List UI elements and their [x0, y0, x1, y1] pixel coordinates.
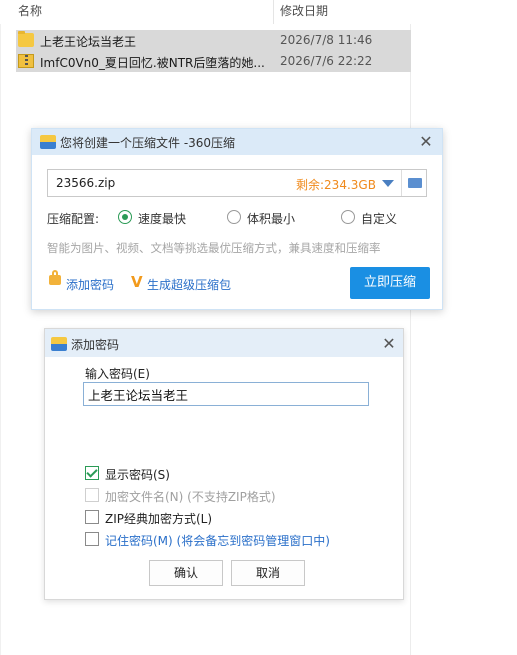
encrypt-filename-label[interactable]: 加密文件名(N) (不支持ZIP格式)	[105, 488, 276, 505]
dropdown-arrow-icon[interactable]	[382, 180, 394, 187]
file-name: ImfC0Vn0_夏日回忆.被NTR后堕落的她...	[40, 56, 265, 70]
filename-value: 23566.zip	[56, 176, 116, 190]
archive-icon	[18, 54, 34, 68]
file-date: 2026/7/6 22:22	[280, 54, 373, 68]
filename-input[interactable]: 23566.zip 剩余:234.3GB	[47, 169, 427, 197]
confirm-button[interactable]: 确认	[149, 560, 223, 586]
encrypt-filename-checkbox[interactable]	[85, 488, 99, 502]
file-list-header: 名称 修改日期	[0, 0, 517, 24]
super-package-link[interactable]: 生成超级压缩包	[147, 276, 231, 293]
pane-divider	[0, 24, 1, 655]
dialog-title: 添加密码	[71, 338, 120, 352]
compress-hint: 智能为图片、视频、文档等挑选最优压缩方式，兼具速度和压缩率	[47, 241, 381, 255]
column-header-name[interactable]: 名称	[18, 2, 42, 19]
compress-now-button[interactable]: 立即压缩	[350, 267, 430, 299]
radio-smallest[interactable]	[227, 210, 241, 224]
dialog-title: 您将创建一个压缩文件 -360压缩	[60, 136, 236, 150]
super-package-icon: V	[131, 273, 143, 291]
column-divider[interactable]	[273, 0, 274, 24]
radio-fastest[interactable]	[118, 210, 132, 224]
folder-icon	[408, 178, 422, 188]
zip-classic-encryption-checkbox[interactable]	[85, 510, 99, 524]
radio-custom-label[interactable]: 自定义	[361, 210, 397, 227]
password-prompt-label: 输入密码(E)	[85, 367, 150, 381]
remember-password-label[interactable]: 记住密码(M) (将会备忘到密码管理窗口中)	[105, 532, 330, 549]
radio-fastest-label[interactable]: 速度最快	[138, 210, 186, 227]
password-input[interactable]	[83, 382, 369, 406]
add-password-link[interactable]: 添加密码	[66, 276, 114, 293]
cancel-button[interactable]: 取消	[231, 560, 305, 586]
browse-folder-button[interactable]	[401, 170, 428, 196]
compress-dialog: 您将创建一个压缩文件 -360压缩 ✕ 23566.zip 剩余:234.3GB…	[31, 128, 443, 310]
zip-classic-encryption-label[interactable]: ZIP经典加密方式(L)	[105, 510, 212, 527]
close-icon[interactable]: ✕	[418, 134, 434, 150]
file-name: 上老王论坛当老王	[40, 35, 137, 49]
show-password-label[interactable]: 显示密码(S)	[105, 466, 170, 483]
dialog-title-bar: 添加密码 ✕	[45, 329, 403, 357]
file-row[interactable]: 上老王论坛当老王 2026/7/8 11:46	[16, 30, 411, 51]
show-password-checkbox[interactable]	[85, 466, 99, 480]
free-space-label: 剩余:234.3GB	[296, 178, 376, 192]
column-header-date[interactable]: 修改日期	[280, 2, 328, 19]
radio-smallest-label[interactable]: 体积最小	[247, 210, 295, 227]
close-icon[interactable]: ✕	[381, 336, 397, 352]
file-row[interactable]: ImfC0Vn0_夏日回忆.被NTR后堕落的她... 2026/7/6 22:2…	[16, 51, 411, 72]
add-password-dialog: 添加密码 ✕ 输入密码(E) 显示密码(S) 加密文件名(N) (不支持ZIP格…	[44, 328, 404, 600]
folder-icon	[18, 31, 34, 47]
dialog-title-bar: 您将创建一个压缩文件 -360压缩 ✕	[32, 129, 442, 155]
lock-icon	[49, 270, 61, 285]
pane-divider	[410, 24, 411, 655]
file-date: 2026/7/8 11:46	[280, 33, 373, 47]
app-360-icon	[51, 337, 67, 351]
compress-config-label: 压缩配置:	[47, 212, 100, 226]
app-360-icon	[40, 135, 56, 149]
remember-password-checkbox[interactable]	[85, 532, 99, 546]
radio-custom[interactable]	[341, 210, 355, 224]
